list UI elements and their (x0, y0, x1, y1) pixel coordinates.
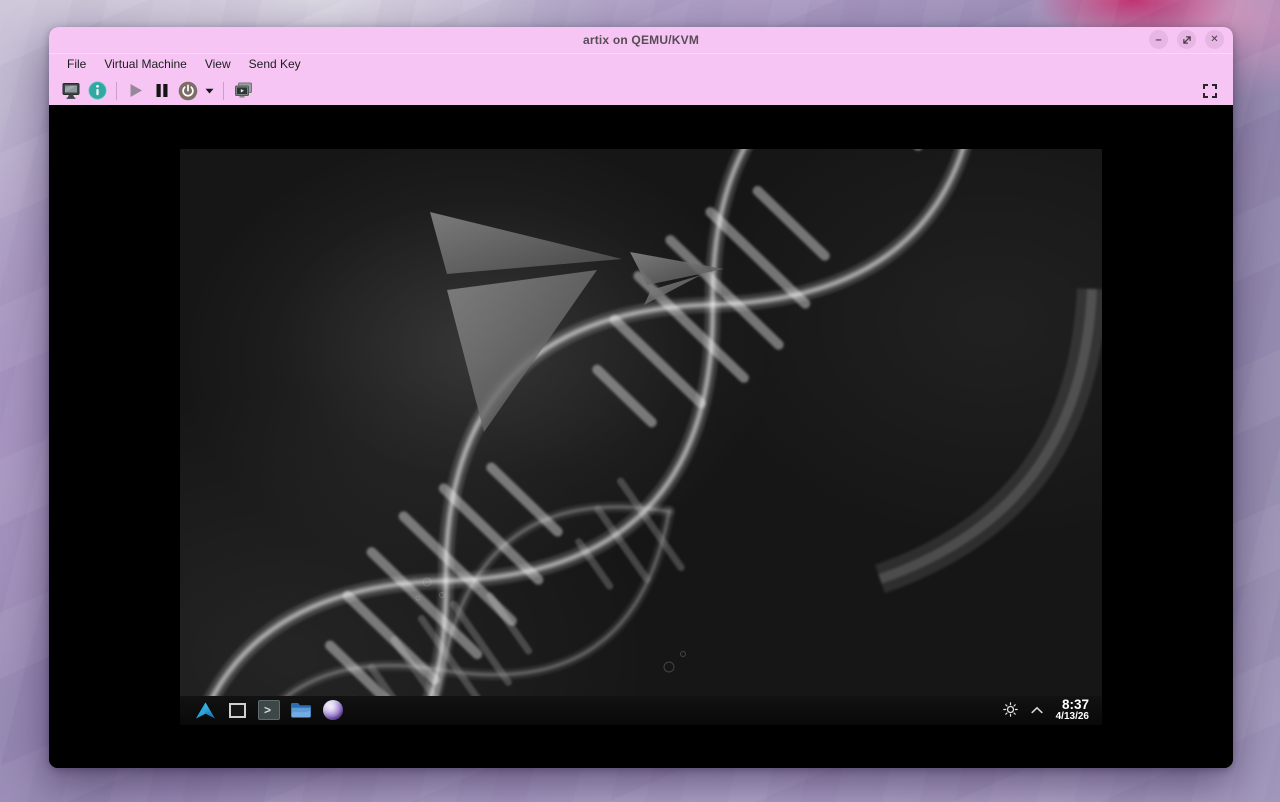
vm-info-icon (88, 81, 107, 100)
taskbar-clock[interactable]: 8:37 4/13/26 (1056, 698, 1089, 723)
console-area: > (49, 105, 1233, 768)
run-button[interactable] (123, 78, 149, 104)
terminal-launcher[interactable]: > (257, 698, 281, 722)
artix-menu-button[interactable] (193, 698, 217, 722)
virt-manager-window: artix on QEMU/KVM – ✕ File Virtual Machi… (49, 27, 1233, 768)
system-tray: 8:37 4/13/26 (1003, 698, 1089, 723)
menu-virtual-machine[interactable]: Virtual Machine (95, 53, 196, 76)
close-button[interactable]: ✕ (1205, 30, 1224, 49)
window-title: artix on QEMU/KVM (583, 33, 699, 47)
fullscreen-icon (1203, 84, 1217, 98)
toolbar-separator (223, 82, 224, 100)
menu-send-key[interactable]: Send Key (240, 53, 310, 76)
screenshot-console-icon (234, 82, 253, 99)
menubar: File Virtual Machine View Send Key (49, 53, 1233, 76)
clock-date: 4/13/26 (1056, 712, 1089, 723)
file-manager-launcher[interactable] (289, 698, 313, 722)
shutdown-menu-button[interactable] (201, 78, 217, 104)
fullscreen-button[interactable] (1197, 78, 1223, 104)
pause-icon (155, 83, 169, 98)
show-console-button[interactable] (58, 78, 84, 104)
guest-taskbar: > (180, 696, 1102, 725)
run-icon (129, 83, 143, 98)
show-desktop-button[interactable] (225, 698, 249, 722)
clock-time: 8:37 (1062, 698, 1089, 712)
terminal-prompt-glyph: > (264, 704, 271, 716)
window-controls: – ✕ (1149, 30, 1224, 49)
terminal-icon: > (258, 700, 280, 720)
artix-menu-icon (195, 701, 216, 720)
show-desktop-icon (229, 703, 246, 718)
brightness-sun-icon[interactable] (1003, 702, 1018, 717)
file-manager-icon (290, 701, 312, 719)
window-titlebar[interactable]: artix on QEMU/KVM – ✕ (49, 27, 1233, 53)
toolbar-separator (116, 82, 117, 100)
minimize-button[interactable]: – (1149, 30, 1168, 49)
maximize-icon (1180, 33, 1194, 47)
minimize-icon: – (1155, 34, 1161, 46)
web-browser-icon (323, 700, 343, 720)
screenshot-button[interactable] (230, 78, 256, 104)
console-monitor-icon (61, 82, 81, 100)
shutdown-menu-caret-icon (205, 88, 214, 94)
menu-view[interactable]: View (196, 53, 240, 76)
desktop-wallpaper: artix on QEMU/KVM – ✕ File Virtual Machi… (0, 0, 1280, 802)
pause-button[interactable] (149, 78, 175, 104)
maximize-button[interactable] (1177, 30, 1196, 49)
toolbar (49, 76, 1233, 105)
web-browser-launcher[interactable] (321, 698, 345, 722)
menu-file[interactable]: File (58, 53, 95, 76)
shutdown-icon (178, 81, 198, 101)
close-icon: ✕ (1210, 34, 1218, 45)
guest-wallpaper-art (180, 149, 1102, 725)
chevron-up-icon[interactable] (1031, 706, 1043, 714)
vm-details-button[interactable] (84, 78, 110, 104)
dna-helix-art (180, 149, 1047, 725)
shutdown-button[interactable] (175, 78, 201, 104)
guest-display[interactable]: > (180, 149, 1102, 725)
